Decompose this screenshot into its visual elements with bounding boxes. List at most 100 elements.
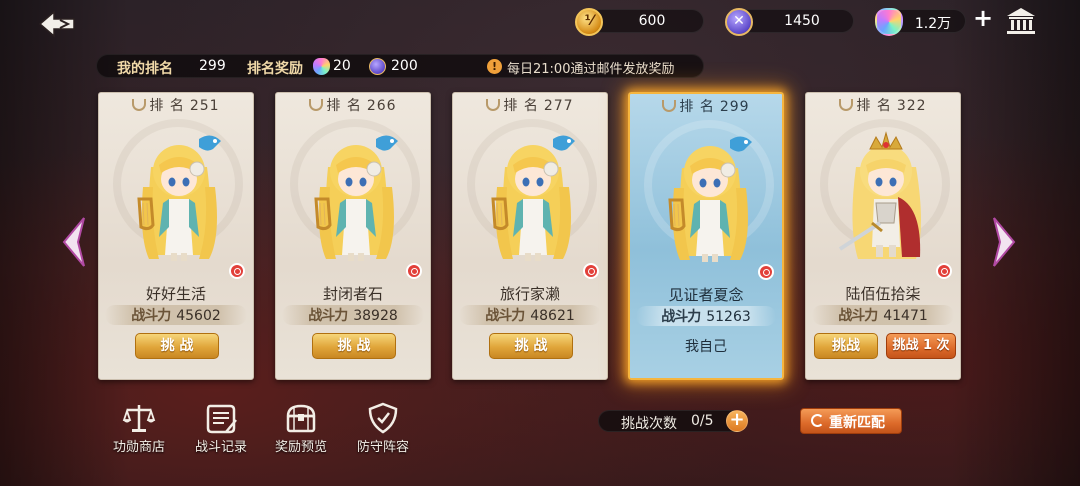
inspect-search-icon[interactable]	[936, 263, 952, 279]
reward-gem-value: 20	[333, 58, 351, 74]
challenge-button[interactable]: 挑 战	[489, 333, 573, 359]
hero-portrait	[660, 128, 760, 268]
self-label: 我自己	[685, 339, 727, 355]
battle-record-label: 战斗记录	[194, 440, 247, 455]
hero-portrait	[129, 127, 229, 267]
rainbow-gem-icon	[875, 8, 903, 36]
combat-power: 战斗力 38928	[282, 305, 424, 325]
defense-lineup-label: 防守阵容	[356, 440, 409, 455]
rainbow-gem-value: 1.2万	[914, 16, 952, 32]
rank-value: 322	[896, 98, 927, 114]
power-value: 48621	[530, 308, 575, 324]
rainbow-gem-counter: 1.2万	[875, 8, 966, 36]
laurel-icon	[486, 99, 501, 111]
challenge-button[interactable]: 挑战	[814, 333, 878, 359]
hero-portrait	[306, 127, 406, 267]
player-name: 好好生活	[145, 285, 206, 303]
scroll-icon	[206, 404, 237, 434]
rank-info-bar: 我的排名 299 排名奖励 20 200 ! 每日21:00通过邮件发放奖励	[96, 54, 704, 78]
scales-icon	[122, 405, 156, 432]
opponent-card-1[interactable]: 排 名 251 好好生活 战斗力 45602 挑 战	[98, 92, 254, 380]
merit-shop-button[interactable]: 功勋商店	[104, 402, 174, 458]
rank-label: 排 名	[503, 98, 539, 114]
arena-token-counter: ✕ 1450	[725, 8, 854, 36]
rank-header: 排 名 322	[806, 95, 960, 115]
rank-value: 251	[189, 98, 220, 114]
back-button[interactable]	[36, 8, 86, 40]
power-label: 战斗力	[661, 309, 701, 325]
honor-coin-value: 600	[638, 13, 666, 29]
reward-gem-icon	[313, 58, 330, 75]
battle-record-button[interactable]: 战斗记录	[186, 402, 256, 458]
previous-page-arrow[interactable]	[58, 212, 92, 272]
laurel-icon	[309, 99, 324, 111]
honor-coin-counter: ⅟ 600	[575, 8, 704, 36]
next-page-arrow[interactable]	[986, 212, 1020, 272]
back-arrow-icon	[38, 10, 75, 38]
opponent-card-5[interactable]: 排 名 322 陆佰伍拾柒 战斗力 41471 挑战 挑战 1 次	[805, 92, 961, 380]
rank-reward-label: 排名奖励	[247, 61, 303, 77]
bank-button[interactable]	[1004, 6, 1038, 36]
chevron-right-icon	[993, 217, 1016, 267]
power-value: 51263	[706, 309, 751, 325]
rank-label: 排 名	[326, 98, 362, 114]
opponent-card-2[interactable]: 排 名 266 封闭者石 战斗力 38928 挑 战	[275, 92, 431, 380]
laurel-icon	[662, 100, 677, 112]
rank-value: 277	[543, 98, 574, 114]
my-rank-label: 我的排名	[117, 61, 173, 77]
add-gem-button[interactable]: +	[972, 6, 994, 30]
player-name: 见证者夏念	[668, 286, 744, 304]
reward-token-value: 200	[391, 58, 418, 74]
honor-coin-icon: ⅟	[575, 8, 603, 36]
nameplate: 见证者夏念 战斗力 51263	[630, 284, 782, 342]
rank-label: 排 名	[856, 98, 892, 114]
challenge-once-button[interactable]: 挑战 1 次	[886, 333, 956, 359]
power-value: 38928	[353, 308, 398, 324]
refresh-icon	[811, 414, 824, 427]
power-label: 战斗力	[131, 308, 171, 324]
my-card: 排 名 299 见证者夏念 战斗力 51263 我自己	[628, 92, 784, 380]
player-name: 封闭者石	[322, 285, 383, 303]
challenge-button[interactable]: 挑 战	[312, 333, 396, 359]
combat-power: 战斗力 45602	[105, 305, 247, 325]
player-name: 旅行家濑	[499, 285, 560, 303]
rank-label: 排 名	[679, 99, 715, 115]
inspect-search-icon[interactable]	[406, 263, 422, 279]
combat-power: 战斗力 48621	[459, 305, 601, 325]
inspect-search-icon[interactable]	[583, 263, 599, 279]
combat-power: 战斗力 51263	[636, 306, 776, 326]
player-name: 陆佰伍拾柒	[845, 285, 921, 303]
chevron-left-icon	[62, 217, 85, 267]
challenge-count-label: 挑战次数	[621, 416, 677, 432]
rank-label: 排 名	[149, 98, 185, 114]
laurel-icon	[132, 99, 147, 111]
power-label: 战斗力	[485, 308, 525, 324]
challenge-count: 挑战次数 0/5	[598, 410, 746, 432]
inspect-search-icon[interactable]	[229, 263, 245, 279]
arena-token-value: 1450	[784, 13, 820, 29]
laurel-icon	[839, 99, 854, 111]
challenge-count-value: 0/5	[691, 413, 714, 429]
merit-shop-label: 功勋商店	[112, 440, 165, 455]
reward-preview-button[interactable]: 奖励预览	[266, 402, 336, 458]
rank-value: 266	[366, 98, 397, 114]
challenge-button[interactable]: 挑 战	[135, 333, 219, 359]
power-value: 45602	[176, 308, 221, 324]
power-label: 战斗力	[838, 308, 878, 324]
rank-value: 299	[719, 99, 750, 115]
shield-icon	[368, 402, 398, 434]
defense-lineup-button[interactable]: 防守阵容	[348, 402, 418, 458]
combat-power: 战斗力 41471	[812, 305, 954, 325]
power-label: 战斗力	[308, 308, 348, 324]
reward-notice: 每日21:00通过邮件发放奖励	[507, 62, 675, 77]
info-alert-icon: !	[487, 59, 502, 74]
add-challenge-button[interactable]: +	[726, 410, 748, 432]
bank-building-icon	[1007, 8, 1035, 34]
opponent-card-3[interactable]: 排 名 277 旅行家濑 战斗力 48621 挑 战	[452, 92, 608, 380]
my-rank-value: 299	[199, 58, 226, 74]
rematch-button[interactable]: 重新匹配	[800, 408, 902, 434]
inspect-search-icon[interactable]	[758, 264, 774, 280]
power-value: 41471	[883, 308, 928, 324]
hero-portrait	[836, 127, 936, 267]
hero-portrait	[483, 127, 583, 267]
